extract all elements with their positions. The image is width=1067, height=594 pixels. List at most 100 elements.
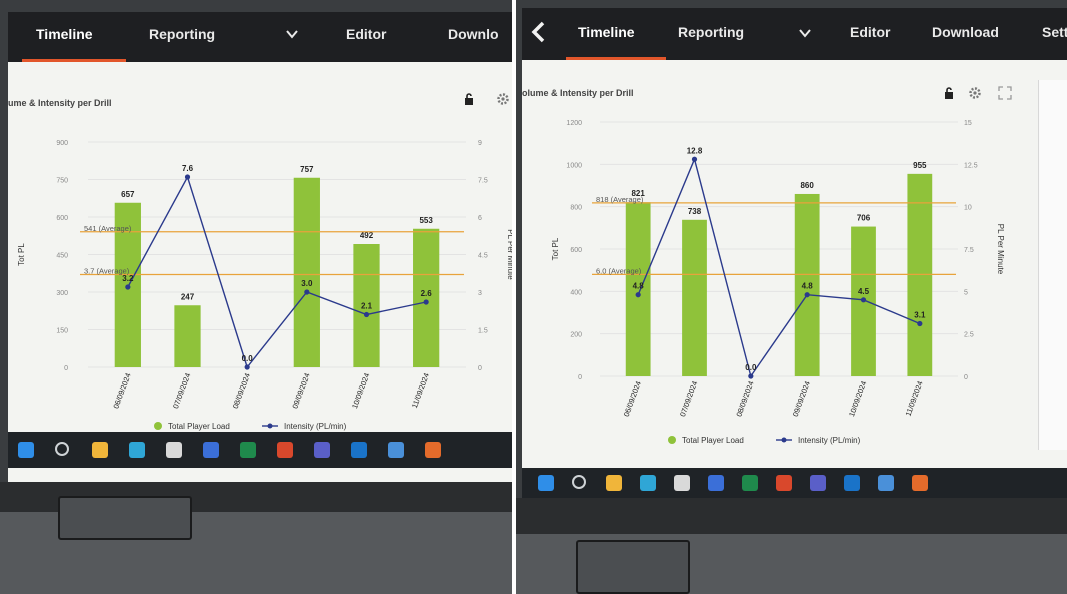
y-tick-label: 1200: [566, 120, 582, 127]
search-icon[interactable]: [55, 442, 69, 456]
intensity-point: [184, 174, 191, 180]
y2-tick-label: 1.5: [478, 328, 488, 335]
x-category-label: 07/09/2024: [678, 380, 699, 418]
y2-tick-label: 3: [478, 290, 482, 297]
y2-tick-label: 7.5: [478, 178, 488, 185]
y-tick-label: 0: [578, 374, 582, 381]
excel-icon[interactable]: [240, 442, 256, 458]
photo-left: Timeline Reporting Editor Downlo ume & I…: [0, 0, 512, 594]
intensity-point: [635, 292, 641, 298]
side-panel: [1038, 80, 1067, 450]
x-category-label: 10/09/2024: [350, 372, 371, 410]
bar-data-label: 955: [913, 161, 927, 170]
powerpoint-icon[interactable]: [277, 442, 293, 458]
bar-data-label: 553: [419, 216, 433, 225]
intensity-line: [127, 175, 427, 369]
intensity-point: [304, 289, 310, 295]
intensity-point: [363, 311, 370, 318]
intensity-data-label: 4.5: [858, 287, 870, 296]
y2-tick-label: 12.5: [964, 162, 978, 169]
app-icon[interactable]: [674, 475, 690, 491]
x-category-label: 06/09/2024: [111, 372, 132, 410]
file-explorer-icon[interactable]: [92, 442, 108, 458]
intensity-point: [804, 292, 810, 298]
bar-data-label: 247: [181, 292, 195, 301]
intensity-point: [691, 156, 698, 162]
edge-browser-icon[interactable]: [129, 442, 145, 458]
legend-swatch-total-player-load: [154, 422, 162, 430]
y2-tick-label: 4.5: [478, 253, 488, 260]
office-icon[interactable]: [912, 475, 928, 491]
x-category-label: 08/09/2024: [734, 380, 755, 418]
intensity-point: [917, 320, 923, 327]
windows-start-icon[interactable]: [538, 475, 554, 491]
y-tick-label: 800: [570, 205, 582, 212]
app-icon[interactable]: [166, 442, 182, 458]
y-tick-label: 450: [56, 253, 68, 260]
bar-total-player-load: [682, 219, 707, 376]
excel-icon[interactable]: [742, 475, 758, 491]
intensity-data-label: 0.0: [745, 363, 757, 372]
store-icon[interactable]: [708, 475, 724, 491]
y2-tick-label: 10: [964, 205, 972, 212]
intensity-data-label: 2.6: [421, 289, 433, 298]
y2-tick-label: 0: [478, 365, 482, 372]
y-tick-label: 0: [64, 365, 68, 372]
powerpoint-icon[interactable]: [776, 475, 792, 491]
edge-browser-icon[interactable]: [640, 475, 656, 491]
legend-swatch-intensity-dot: [267, 423, 273, 429]
bar-data-label: 738: [688, 207, 702, 216]
y-tick-label: 200: [570, 332, 582, 339]
x-category-label: 07/09/2024: [171, 372, 192, 410]
teams-icon[interactable]: [810, 475, 826, 491]
outlook-icon[interactable]: [844, 475, 860, 491]
intensity-data-label: 3.1: [914, 311, 926, 320]
intensity-data-label: 7.6: [182, 164, 194, 173]
teams-icon[interactable]: [314, 442, 330, 458]
taskbar: [8, 432, 512, 468]
legend-label-total-player-load: Total Player Load: [168, 422, 230, 431]
chrome-icon[interactable]: [878, 475, 894, 491]
screen: Timeline Reporting Editor Downlo ume & I…: [8, 12, 512, 482]
file-explorer-icon[interactable]: [606, 475, 622, 491]
y2-tick-label: 2.5: [964, 332, 974, 339]
intensity-data-label: 4.8: [802, 282, 814, 291]
legend-swatch-total-player-load: [668, 436, 676, 444]
y-tick-label: 750: [56, 178, 68, 185]
intensity-data-label: 2.1: [361, 302, 373, 311]
y-tick-label: 600: [570, 247, 582, 254]
laptop-hinge: [576, 540, 690, 594]
intensity-line: [637, 157, 921, 378]
bar-data-label: 860: [800, 181, 814, 190]
bar-data-label: 706: [857, 214, 871, 223]
y-tick-label: 600: [56, 215, 68, 222]
intensity-data-label: 3.2: [122, 274, 134, 283]
office-icon[interactable]: [425, 442, 441, 458]
intensity-point: [860, 297, 867, 303]
outlook-icon[interactable]: [351, 442, 367, 458]
x-category-label: 10/09/2024: [847, 380, 868, 418]
y-tick-label: 150: [56, 328, 68, 335]
average-label: 541 (Average): [84, 224, 132, 233]
legend-label-intensity: Intensity (PL/min): [798, 436, 861, 445]
x-category-label: 11/09/2024: [410, 372, 431, 410]
average-label: 6.0 (Average): [596, 266, 642, 275]
chrome-icon[interactable]: [388, 442, 404, 458]
y-tick-label: 300: [56, 290, 68, 297]
intensity-data-label: 3.0: [301, 279, 313, 288]
taskbar: [522, 468, 1067, 498]
x-category-label: 09/09/2024: [290, 372, 311, 410]
intensity-data-label: 0.0: [242, 354, 254, 363]
chart-volume-intensity: 0 200 400 600 800 1000 1200 0 2.5 5 7.5 10 12.5 15 Tot…: [551, 120, 1005, 445]
intensity-data-label: 4.8: [633, 282, 645, 291]
y-tick-label: 1000: [566, 162, 582, 169]
photo-right: Timeline Reporting Editor Download Sett …: [516, 0, 1067, 594]
windows-start-icon[interactable]: [18, 442, 34, 458]
x-category-label: 08/09/2024: [231, 372, 252, 410]
bar-data-label: 657: [121, 190, 135, 199]
search-icon[interactable]: [572, 475, 586, 489]
store-icon[interactable]: [203, 442, 219, 458]
y-tick-label: 900: [56, 140, 68, 147]
tab-settings[interactable]: Sett: [1042, 24, 1067, 40]
x-category-label: 09/09/2024: [791, 380, 812, 418]
